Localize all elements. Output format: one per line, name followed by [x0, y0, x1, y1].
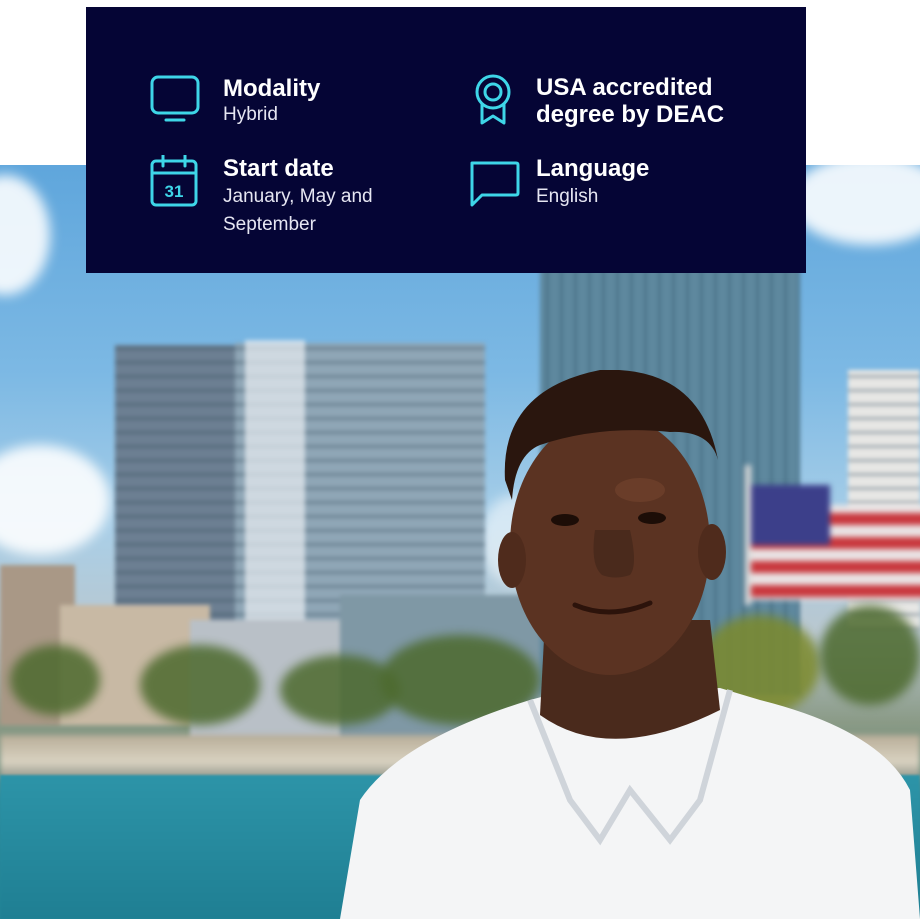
feature-start-date: 31 Start date January, May and September: [150, 153, 450, 245]
feature-modality: Modality Hybrid: [150, 75, 440, 135]
speech-bubble-icon: [468, 159, 522, 213]
hero-photo: [0, 165, 920, 919]
modality-title: Modality: [223, 75, 321, 102]
language-title: Language: [536, 155, 650, 182]
start-date-value-line1: January, May and: [223, 186, 373, 207]
start-date-value-line2: September: [223, 214, 316, 235]
calendar-icon: 31: [150, 153, 204, 209]
calendar-day-label: 31: [165, 182, 184, 201]
start-date-title: Start date: [223, 155, 334, 182]
accreditation-title-line1: USA accredited: [536, 74, 713, 101]
program-info-card: Modality Hybrid USA accredited degree by…: [86, 7, 806, 273]
monitor-icon: [150, 75, 204, 129]
feature-accreditation: USA accredited degree by DEAC: [468, 73, 788, 133]
student-portrait: [340, 370, 920, 919]
accreditation-title-line2: degree by DEAC: [536, 101, 725, 128]
feature-language: Language English: [468, 155, 768, 215]
award-ribbon-icon: [468, 73, 522, 127]
language-value: English: [536, 186, 599, 207]
modality-value: Hybrid: [223, 104, 278, 125]
